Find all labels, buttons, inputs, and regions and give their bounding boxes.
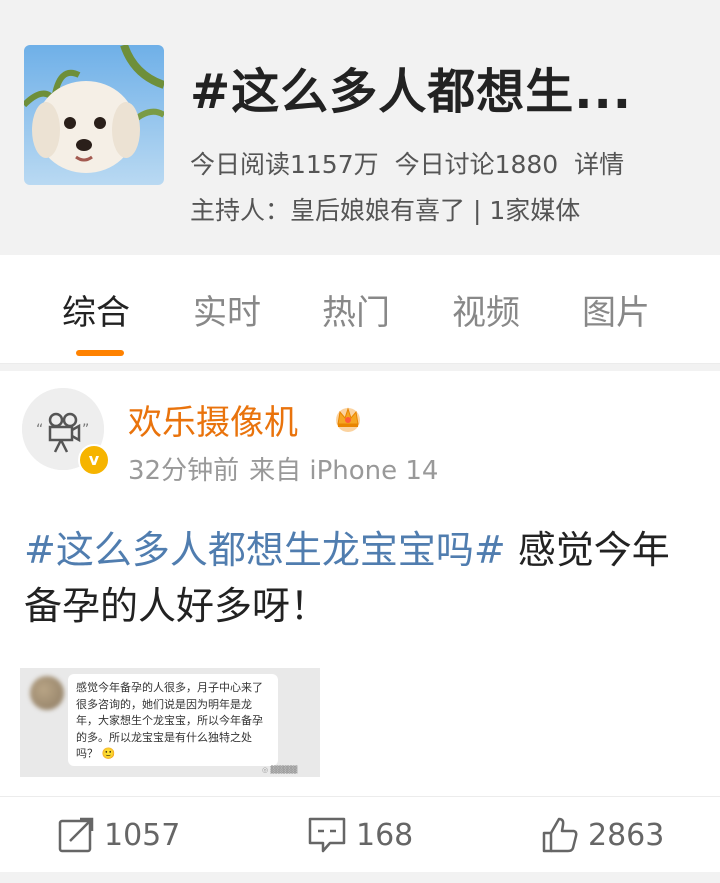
post-time: 32分钟前: [128, 456, 240, 486]
comment-button[interactable]: 168: [306, 815, 413, 855]
bottom-divider: [0, 872, 720, 883]
image-watermark: ◎ ▓▓▓▓▓: [262, 766, 298, 774]
post-source: 来自 iPhone 14: [249, 456, 439, 486]
topic-header: #这么多人都想生... 今日阅读1157万 今日讨论1880 详情 主持人：皇后…: [0, 0, 720, 255]
comment-icon: [308, 817, 346, 853]
tab-realtime[interactable]: 实时: [193, 285, 261, 334]
svg-text:“: “: [36, 422, 43, 438]
repost-count: 1057: [104, 817, 181, 853]
topic-cover-image[interactable]: [24, 45, 164, 185]
chat-bubble-text: 感觉今年备孕的人很多，月子中心来了很多咨询的，她们说是因为明年是龙年，大家想生个…: [76, 680, 272, 763]
host-name[interactable]: 皇后娘娘有喜了: [290, 196, 465, 225]
like-icon: [542, 817, 578, 853]
verified-badge-icon: v: [78, 444, 110, 476]
repost-icon: [58, 817, 94, 853]
topic-host-line: 主持人：皇后娘娘有喜了 | 1家媒体: [190, 191, 580, 227]
post-hashtag[interactable]: #这么多人都想生龙宝宝吗#: [24, 528, 506, 572]
topic-stats: 今日阅读1157万 今日讨论1880 详情: [190, 145, 632, 181]
active-tab-indicator: [76, 350, 124, 356]
repost-button[interactable]: 1057: [56, 815, 180, 855]
topic-reads: 今日阅读1157万: [190, 150, 379, 179]
tab-comprehensive[interactable]: 综合: [62, 285, 130, 334]
post-body: #这么多人都想生龙宝宝吗# 感觉今年备孕的人好多呀！: [24, 522, 694, 634]
topic-discussions: 今日讨论1880: [394, 150, 559, 179]
media-count[interactable]: | 1家媒体: [473, 196, 580, 225]
svg-text:”: ”: [82, 422, 89, 438]
tab-hot[interactable]: 热门: [322, 285, 390, 334]
tab-bar: 综合 实时 热门 视频 图片: [0, 255, 720, 364]
post-username[interactable]: 欢乐摄像机: [128, 395, 298, 444]
topic-title: #这么多人都想生...: [190, 64, 632, 120]
post-meta: 32分钟前 来自 iPhone 14: [128, 450, 448, 487]
blurred-avatar: [30, 676, 64, 710]
like-count: 2863: [588, 817, 665, 853]
host-label: 主持人：: [190, 196, 291, 225]
smile-emoji-icon: 🙂: [101, 747, 116, 760]
tab-video[interactable]: 视频: [452, 285, 520, 334]
section-divider: [0, 364, 720, 371]
post-action-bar: 1057 168 2863: [0, 796, 720, 873]
like-button[interactable]: 2863: [540, 815, 664, 855]
post-image[interactable]: 感觉今年备孕的人很多，月子中心来了很多咨询的，她们说是因为明年是龙年，大家想生个…: [20, 668, 320, 777]
tab-images[interactable]: 图片: [582, 285, 650, 334]
crown-icon: [336, 407, 360, 432]
comment-count: 168: [356, 817, 414, 853]
topic-details-link[interactable]: 详情: [574, 150, 624, 179]
